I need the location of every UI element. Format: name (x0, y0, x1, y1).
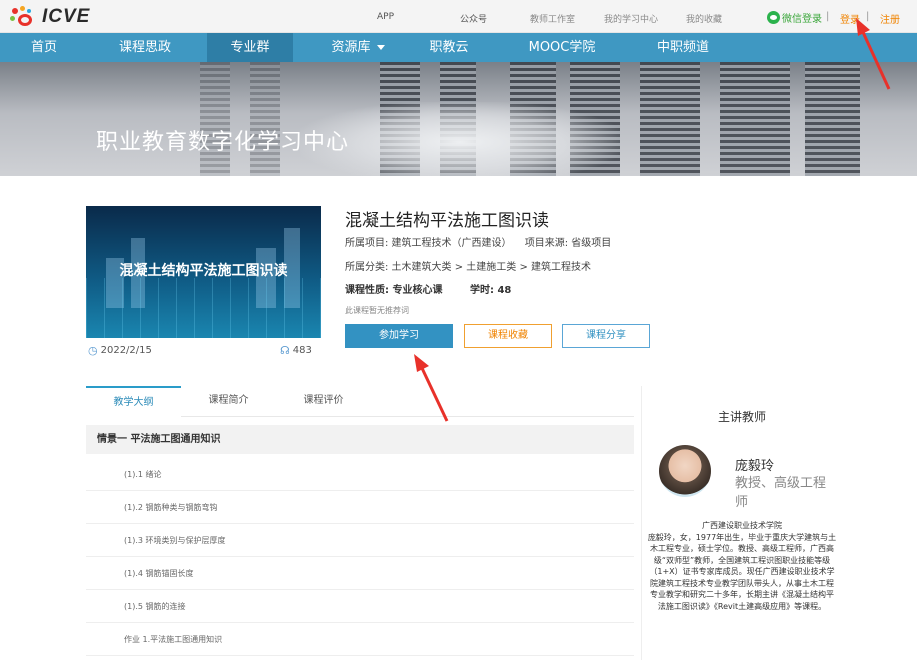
wechat-login-button[interactable]: 微信登录 (767, 10, 822, 25)
calendar-icon: ◷ (88, 344, 98, 357)
arrow-head (414, 354, 429, 372)
tab-syllabus[interactable]: 教学大纲 (86, 386, 181, 417)
top-link-app[interactable]: APP (377, 12, 394, 22)
teacher-avatar[interactable] (659, 445, 711, 497)
teacher-bio: 广西建设职业技术学院 庞毅玲，女，1977年出生，毕业于重庆大学建筑与土木工程专… (647, 521, 837, 611)
login-link[interactable]: 登录 (840, 11, 860, 26)
separator: | (826, 11, 830, 22)
top-link-official-account[interactable]: 公众号 (460, 12, 487, 25)
server-rack (640, 62, 700, 176)
course-nature-hours: 课程性质: 专业核心课 学时: 48 (345, 281, 511, 296)
course-category: 所属分类: 土木建筑大类 > 土建施工类 > 建筑工程技术 (345, 262, 592, 273)
course-tabs: 教学大纲 课程简介 课程评价 (86, 386, 634, 417)
course-project: 所属项目: 建筑工程技术（广西建设） 项目来源: 省级项目 (345, 234, 611, 249)
banner-title: 职业教育数字化学习中心 (96, 130, 350, 155)
course-learners: ☊ 483 (280, 344, 312, 357)
course-learners-value: 483 (292, 345, 312, 356)
teacher-title: 教授、高级工程师 (735, 476, 827, 510)
server-rack (250, 62, 280, 176)
course-title: 混凝土结构平法施工图识读 (345, 211, 549, 231)
chapter-header[interactable]: 情景一 平法施工图通用知识 (86, 425, 634, 454)
lesson-item[interactable]: (1).5 钢筋的连接 (86, 590, 634, 623)
course-date-value: 2022/2/15 (100, 345, 152, 356)
nav-item-icve-cloud[interactable]: 职教云 (414, 33, 484, 62)
nav-item-home[interactable]: 首页 (0, 33, 88, 62)
tab-reviews[interactable]: 课程评价 (276, 386, 371, 417)
teacher-heading: 主讲教师 (717, 410, 766, 424)
course-project-label: 所属项目: 建筑工程技术（广西建设） (345, 238, 512, 249)
user-icon: ☊ (280, 344, 290, 357)
wechat-icon (767, 11, 780, 24)
nav-item-ideology[interactable]: 课程思政 (98, 33, 192, 62)
course-source-label: 项目来源: 省级项目 (524, 238, 612, 249)
favorite-course-button[interactable]: 课程收藏 (464, 324, 552, 348)
hero-banner: 职业教育数字化学习中心 (0, 62, 917, 176)
caret-down-icon (376, 45, 385, 50)
server-rack (200, 62, 230, 176)
wechat-login-label: 微信登录 (782, 14, 822, 25)
assignment-item[interactable]: 作业 1.平法施工图通用知识 (86, 623, 634, 656)
lesson-item[interactable]: (1).2 钢筋种类与钢筋弯钩 (86, 491, 634, 524)
lesson-item[interactable]: (1).1 绪论 (86, 458, 634, 491)
nav-item-secondary[interactable]: 中职频道 (643, 33, 723, 62)
course-nature: 课程性质: 专业核心课 (345, 285, 443, 296)
lesson-item[interactable]: (1).4 钢筋锚固长度 (86, 557, 634, 590)
top-link-learning-center[interactable]: 我的学习中心 (604, 12, 658, 25)
top-bar: icve APP 公众号 教师工作室 我的学习中心 我的收藏 微信登录 | 登录… (0, 0, 917, 33)
logo-text: icve (42, 6, 91, 27)
course-date: ◷ 2022/2/15 (88, 344, 152, 357)
teacher-panel: 主讲教师 庞毅玲 教授、高级工程师 广西建设职业技术学院 庞毅玲，女，1977年… (641, 386, 841, 660)
nav-item-major-group[interactable]: 专业群 (207, 33, 293, 62)
course-cover-image[interactable]: 混凝土结构平法施工图识读 (86, 206, 321, 338)
separator: | (866, 11, 870, 22)
nav-item-mooc[interactable]: MOOC学院 (517, 33, 607, 62)
cover-title: 混凝土结构平法施工图识读 (119, 263, 288, 279)
icve-logo[interactable]: icve (10, 5, 90, 29)
lesson-item[interactable]: (1).3 环境类别与保护层厚度 (86, 524, 634, 557)
teacher-name[interactable]: 庞毅玲 (735, 455, 774, 474)
nav-item-resources-label: 资源库 (331, 40, 371, 55)
main-nav: 首页 课程思政 专业群 资源库 职教云 MOOC学院 中职频道 (0, 33, 917, 62)
tab-intro[interactable]: 课程简介 (181, 386, 276, 417)
cover-grid (86, 278, 321, 338)
register-link[interactable]: 注册 (880, 11, 900, 26)
logo-icon (10, 6, 40, 28)
no-recommend-text: 此课程暂无推荐词 (345, 306, 409, 315)
course-hours: 学时: 48 (469, 285, 512, 296)
join-course-button[interactable]: 参加学习 (345, 324, 453, 348)
top-link-favorites[interactable]: 我的收藏 (686, 12, 722, 25)
top-link-teacher-studio[interactable]: 教师工作室 (530, 12, 575, 25)
server-rack (805, 62, 860, 176)
share-course-button[interactable]: 课程分享 (562, 324, 650, 348)
nav-item-resources[interactable]: 资源库 (310, 33, 406, 62)
server-rack (720, 62, 790, 176)
